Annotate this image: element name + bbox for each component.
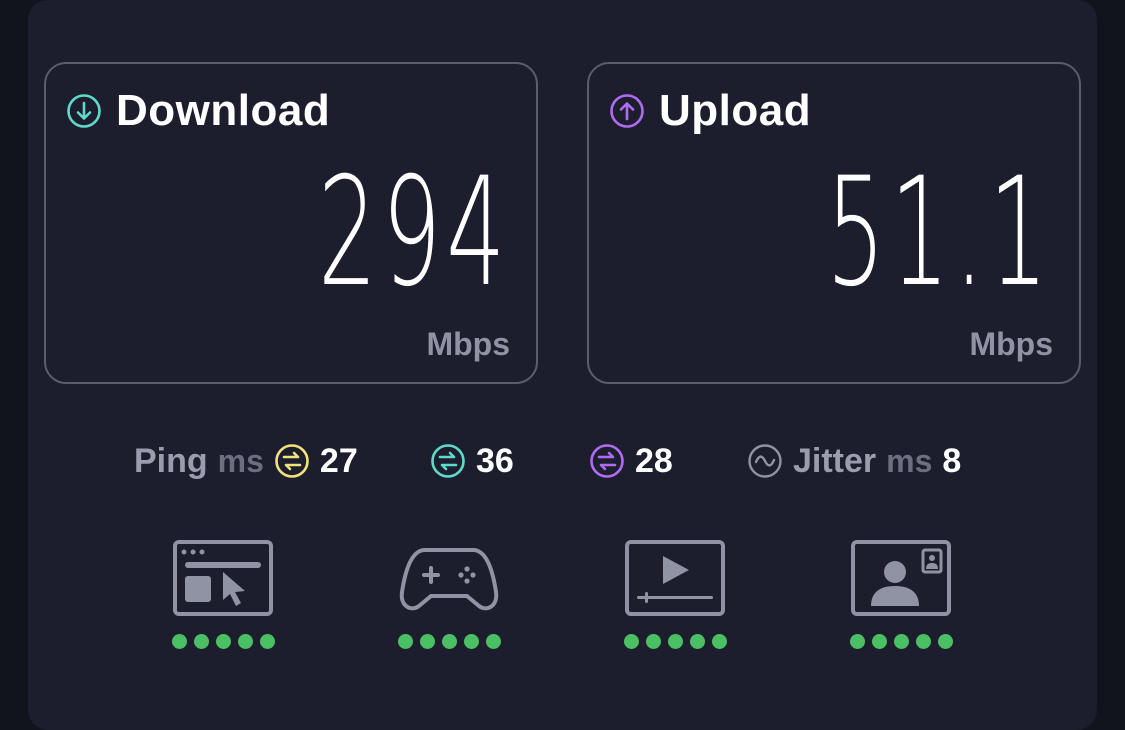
ping-unit: ms bbox=[217, 442, 264, 479]
upload-title: Upload bbox=[659, 86, 812, 135]
video-call-icon bbox=[851, 540, 951, 616]
rating-dot bbox=[915, 634, 931, 649]
gaming-rating bbox=[394, 634, 504, 649]
jitter-metric: Jitter ms 8 bbox=[747, 438, 961, 484]
rating-dot bbox=[441, 634, 457, 649]
upload-speed-unit: Mbps bbox=[969, 326, 1053, 362]
jitter-wave-icon bbox=[748, 444, 782, 478]
use-case-web-browsing bbox=[168, 538, 278, 649]
arrow-up-circle-icon bbox=[610, 94, 644, 128]
rating-dot bbox=[849, 634, 865, 649]
ping-download-metric: 36 bbox=[430, 438, 514, 484]
rating-dot bbox=[689, 634, 705, 649]
jitter-unit: ms bbox=[886, 442, 933, 479]
rating-dot bbox=[893, 634, 909, 649]
download-card: Download 294 Mbps bbox=[44, 62, 538, 384]
download-header: Download bbox=[66, 86, 330, 136]
rating-dot bbox=[259, 634, 275, 649]
ping-upload-value: 28 bbox=[635, 441, 673, 480]
rating-dot bbox=[871, 634, 887, 649]
download-speed-unit: Mbps bbox=[426, 326, 510, 362]
use-case-video-call bbox=[846, 538, 956, 649]
rating-dot bbox=[645, 634, 661, 649]
rating-dot bbox=[397, 634, 413, 649]
upload-header: Upload bbox=[609, 86, 811, 136]
rating-dot bbox=[419, 634, 435, 649]
ping-upload-metric: 28 bbox=[589, 438, 673, 484]
use-case-gaming bbox=[394, 538, 504, 649]
ping-unloaded-icon bbox=[275, 444, 309, 478]
download-speed-value: 294 bbox=[317, 146, 510, 320]
ping-download-icon bbox=[431, 444, 465, 478]
rating-dot bbox=[193, 634, 209, 649]
rating-dot bbox=[485, 634, 501, 649]
rating-dot bbox=[667, 634, 683, 649]
rating-dot bbox=[215, 634, 231, 649]
latency-row: Ping ms 27 36 28 Jitter ms 8 bbox=[0, 438, 1125, 484]
upload-speed-value: 51.1 bbox=[826, 146, 1053, 320]
rating-dot bbox=[623, 634, 639, 649]
jitter-label: Jitter bbox=[793, 441, 877, 480]
ping-upload-icon bbox=[590, 444, 624, 478]
ping-unloaded-metric: Ping ms 27 bbox=[134, 438, 358, 484]
ping-unloaded-value: 27 bbox=[319, 441, 358, 480]
ping-download-value: 36 bbox=[476, 441, 514, 480]
arrow-down-circle-icon bbox=[67, 94, 101, 128]
rating-dot bbox=[237, 634, 253, 649]
upload-card: Upload 51.1 Mbps bbox=[587, 62, 1081, 384]
video-streaming-icon bbox=[625, 540, 725, 616]
web-browsing-rating bbox=[168, 634, 278, 649]
video-call-rating bbox=[846, 634, 956, 649]
rating-dot bbox=[171, 634, 187, 649]
rating-dot bbox=[937, 634, 953, 649]
use-case-video-streaming bbox=[620, 538, 730, 649]
download-title: Download bbox=[116, 86, 331, 135]
video-streaming-rating bbox=[620, 634, 730, 649]
rating-dot bbox=[463, 634, 479, 649]
gaming-controller-icon bbox=[399, 548, 499, 611]
web-browsing-icon bbox=[173, 540, 273, 616]
ping-label: Ping bbox=[134, 441, 208, 480]
rating-dot bbox=[711, 634, 727, 649]
jitter-value: 8 bbox=[942, 441, 962, 480]
